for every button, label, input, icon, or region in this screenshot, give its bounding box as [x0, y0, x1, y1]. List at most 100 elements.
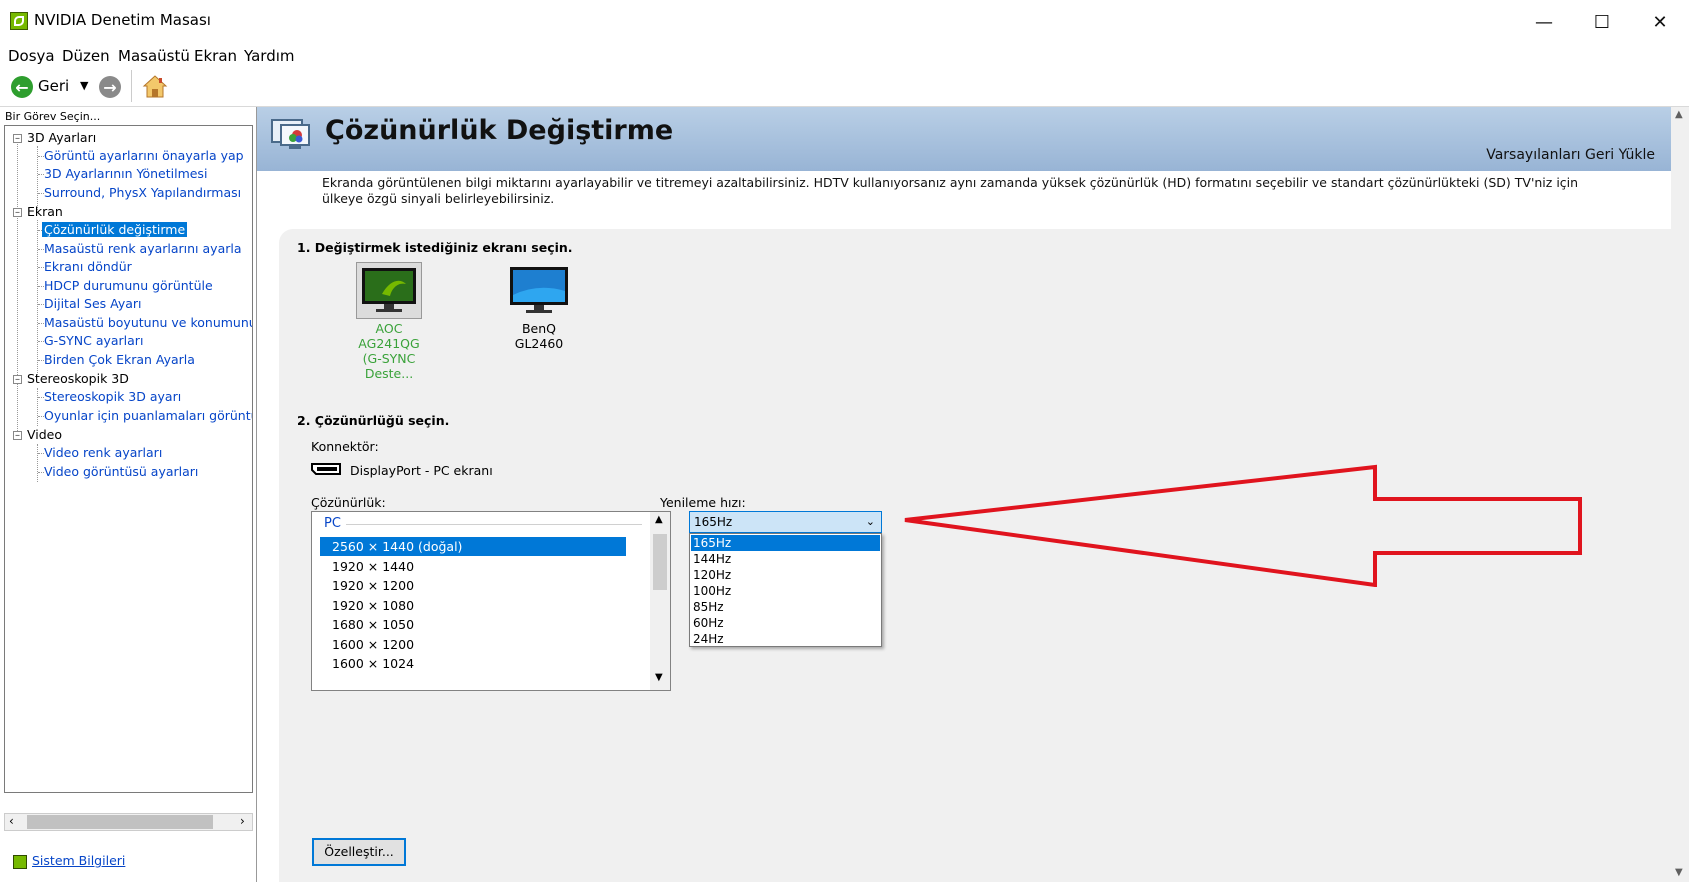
- customize-button[interactable]: Özelleştir...: [312, 838, 406, 866]
- refresh-rate-options[interactable]: 165Hz 144Hz 120Hz 100Hz 85Hz 60Hz 24Hz: [689, 533, 882, 647]
- connector-label: Konnektör:: [311, 439, 379, 454]
- display-name-aoc[interactable]: AOC AG241QG (G-SYNC Deste...: [349, 321, 429, 381]
- window-title: NVIDIA Denetim Masası: [34, 11, 211, 29]
- toolbar-divider: [131, 70, 132, 102]
- tree-item-desktop-size[interactable]: Masaüstü boyutunu ve konumunu ay: [44, 315, 252, 330]
- display-name-line2: (G-SYNC Deste...: [362, 351, 416, 381]
- resolution-option[interactable]: 1920 × 1200: [320, 576, 626, 595]
- resolution-monitor-icon: [271, 119, 310, 149]
- connector-value: DisplayPort - PC ekranı: [350, 463, 493, 478]
- page-title: Çözünürlük Değiştirme: [325, 115, 674, 146]
- tree-item-desktop-color[interactable]: Masaüstü renk ayarlarını ayarla: [44, 241, 242, 256]
- collapse-display-icon[interactable]: –: [13, 208, 22, 218]
- refresh-option[interactable]: 60Hz: [691, 615, 880, 631]
- scrollbar-thumb[interactable]: [27, 815, 213, 829]
- tree-item-manage-3d[interactable]: 3D Ayarlarının Yönetilmesi: [44, 166, 207, 181]
- back-arrow-icon[interactable]: ←: [11, 76, 33, 98]
- tree-line: [17, 140, 18, 437]
- system-info-link[interactable]: Sistem Bilgileri: [32, 853, 125, 868]
- system-info-icon: [13, 855, 27, 869]
- refresh-rate-label: Yenileme hızı:: [660, 495, 746, 510]
- scroll-up-icon[interactable]: ▲: [1675, 109, 1683, 120]
- step2-heading: 2. Çözünürlüğü seçin.: [297, 413, 450, 428]
- back-button[interactable]: Geri: [38, 77, 69, 95]
- page-banner: Çözünürlük Değiştirme Varsayılanları Ger…: [257, 107, 1671, 171]
- collapse-3d-settings-icon[interactable]: –: [13, 134, 22, 144]
- menu-bar: Dosya Düzen Masaüstü Ekran Yardım: [0, 45, 1689, 67]
- tree-item-image-preview[interactable]: Görüntü ayarlarını önayarla yap: [44, 148, 244, 163]
- collapse-video-icon[interactable]: –: [13, 431, 22, 441]
- tree-item-change-resolution[interactable]: Çözünürlük değiştirme: [42, 222, 188, 237]
- tree-category-3d-settings[interactable]: 3D Ayarları: [27, 130, 96, 145]
- refresh-option[interactable]: 144Hz: [691, 551, 880, 567]
- refresh-rate-select[interactable]: 165Hz ⌄: [689, 511, 882, 533]
- main-vertical-scrollbar[interactable]: ▲ ▼: [1671, 107, 1689, 882]
- tree-item-digital-audio[interactable]: Dijital Ses Ayarı: [44, 296, 142, 311]
- scrollbar-thumb[interactable]: [653, 534, 667, 590]
- tree-item-gsync[interactable]: G-SYNC ayarları: [44, 333, 143, 348]
- tree-category-video[interactable]: Video: [27, 427, 62, 442]
- refresh-option[interactable]: 100Hz: [691, 583, 880, 599]
- tree-category-stereoscopic[interactable]: Stereoskopik 3D: [27, 371, 129, 386]
- task-tree: – 3D Ayarları Görüntü ayarlarını önayarl…: [4, 125, 253, 793]
- resolution-option[interactable]: 1680 × 1050: [320, 615, 626, 634]
- task-panel-label: Bir Görev Seçin...: [5, 110, 101, 123]
- scroll-down-icon[interactable]: ▼: [655, 672, 663, 683]
- minimize-button[interactable]: —: [1515, 0, 1573, 45]
- scroll-down-icon[interactable]: ▼: [1675, 867, 1683, 878]
- display-name-line1: AOC AG241QG: [358, 321, 420, 351]
- tree-item-game-ratings[interactable]: Oyunlar için puanlamaları görüntüle: [44, 408, 252, 423]
- menu-desktop[interactable]: Masaüstü: [118, 45, 190, 67]
- resolution-option[interactable]: 1920 × 1440: [320, 557, 626, 576]
- menu-edit[interactable]: Düzen: [62, 45, 110, 67]
- task-panel: Bir Görev Seçin... – 3D Ayarları Görüntü…: [0, 107, 257, 882]
- menu-file[interactable]: Dosya: [8, 45, 55, 67]
- resolution-option[interactable]: 2560 × 1440 (doğal): [320, 537, 626, 556]
- maximize-button[interactable]: ☐: [1573, 0, 1631, 45]
- refresh-option[interactable]: 85Hz: [691, 599, 880, 615]
- step1-heading: 1. Değiştirmek istediğiniz ekranı seçin.: [297, 240, 573, 255]
- toolbar: ← Geri ▼ →: [0, 67, 1689, 107]
- scroll-up-icon[interactable]: ▲: [655, 514, 663, 525]
- collapse-stereoscopic-icon[interactable]: –: [13, 375, 22, 385]
- tree-item-video-color[interactable]: Video renk ayarları: [44, 445, 162, 460]
- forward-arrow-icon[interactable]: →: [99, 76, 121, 98]
- tree-category-display[interactable]: Ekran: [27, 204, 63, 219]
- home-icon[interactable]: [142, 74, 168, 100]
- displayport-connector-icon: [311, 463, 341, 475]
- tree-item-stereoscopic-setup[interactable]: Stereoskopik 3D ayarı: [44, 389, 181, 404]
- back-history-dropdown-icon[interactable]: ▼: [80, 79, 88, 92]
- tree-line: [37, 444, 38, 482]
- resolution-option[interactable]: 1920 × 1080: [320, 596, 626, 615]
- close-button[interactable]: ✕: [1631, 0, 1689, 45]
- resolution-group-header: PC: [324, 516, 341, 531]
- tree-item-rotate-display[interactable]: Ekranı döndür: [44, 259, 132, 274]
- tree-item-surround-physx[interactable]: Surround, PhysX Yapılandırması: [44, 185, 241, 200]
- tree-line: [37, 220, 38, 377]
- restore-defaults-link[interactable]: Varsayılanları Geri Yükle: [1486, 147, 1655, 163]
- chevron-down-icon[interactable]: ⌄: [866, 512, 875, 532]
- task-tree-horizontal-scrollbar[interactable]: ‹ ›: [4, 813, 253, 831]
- refresh-option[interactable]: 120Hz: [691, 567, 880, 583]
- tree-item-hdcp-status[interactable]: HDCP durumunu görüntüle: [44, 278, 213, 293]
- display-name-benq[interactable]: BenQ GL2460: [499, 321, 579, 351]
- refresh-option[interactable]: 24Hz: [691, 631, 880, 647]
- refresh-option[interactable]: 165Hz: [691, 535, 880, 551]
- nvidia-logo-icon: [10, 12, 28, 30]
- tree-item-multi-display[interactable]: Birden Çok Ekran Ayarla: [44, 352, 195, 367]
- scroll-left-icon[interactable]: ‹: [9, 814, 14, 828]
- annotation-arrow-icon: [904, 464, 1582, 587]
- scroll-right-icon[interactable]: ›: [240, 814, 245, 828]
- resolution-list[interactable]: PC 2560 × 1440 (doğal) 1920 × 1440 1920 …: [311, 511, 671, 691]
- page-description: Ekranda görüntülenen bilgi miktarını aya…: [322, 175, 1579, 206]
- menu-help[interactable]: Yardım: [244, 45, 295, 67]
- main-content: Çözünürlük Değiştirme Varsayılanları Ger…: [257, 107, 1671, 882]
- resolution-option[interactable]: 1600 × 1024: [320, 654, 626, 673]
- title-bar: NVIDIA Denetim Masası — ☐ ✕: [0, 0, 1689, 45]
- monitor-benq-icon[interactable]: [508, 265, 570, 317]
- tree-item-video-image[interactable]: Video görüntüsü ayarları: [44, 464, 198, 479]
- resolution-option[interactable]: 1600 × 1200: [320, 635, 626, 654]
- resolution-list-scrollbar[interactable]: ▲ ▼: [650, 512, 670, 690]
- menu-display[interactable]: Ekran: [194, 45, 237, 67]
- display-tile-aoc[interactable]: [356, 262, 422, 319]
